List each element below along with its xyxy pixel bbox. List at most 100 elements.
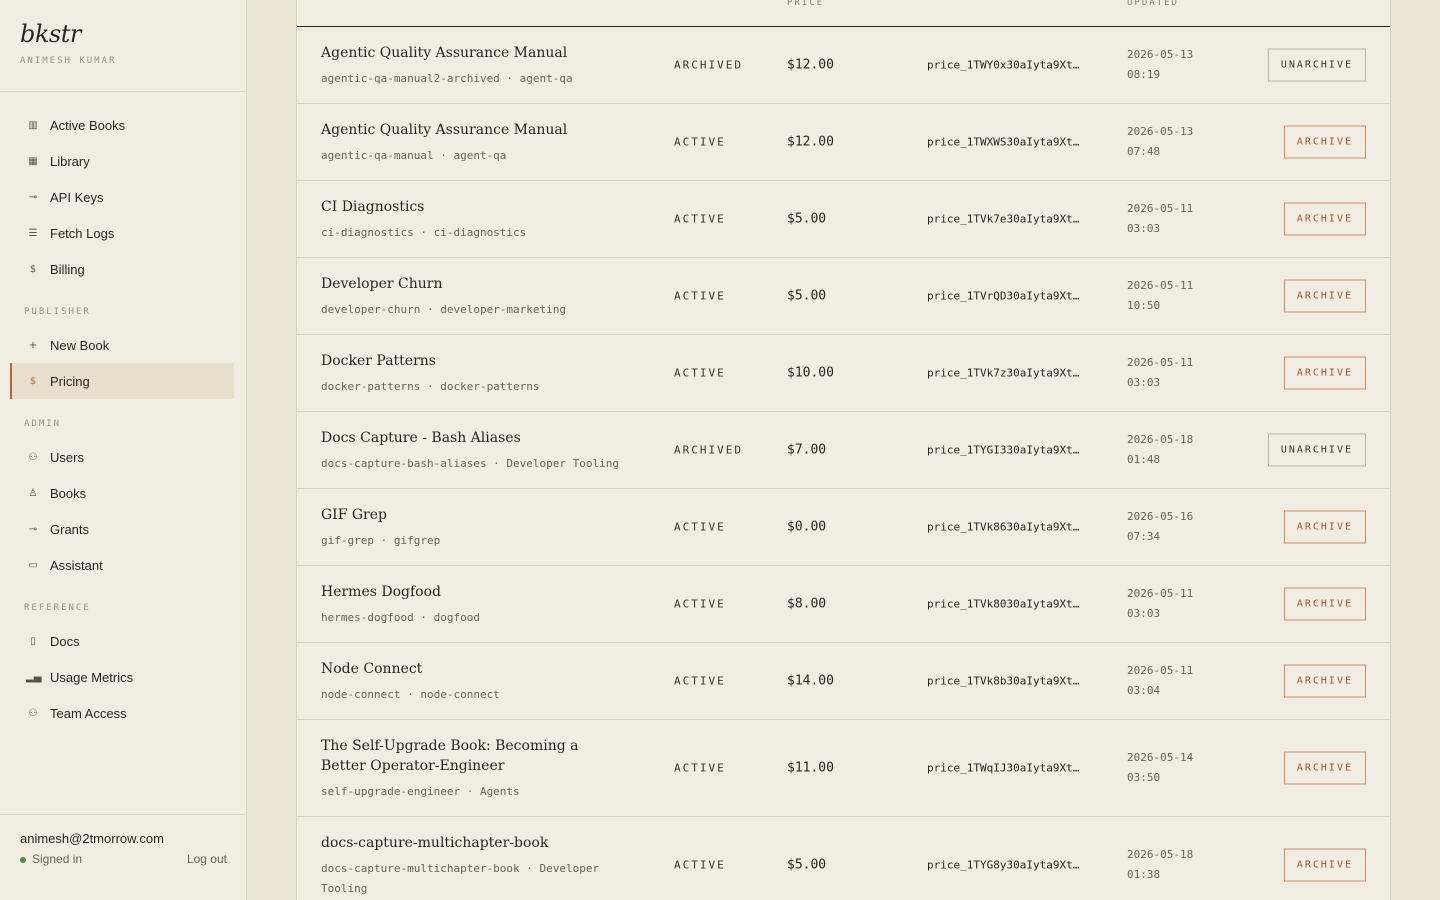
book-title: The Self-Upgrade Book: Becoming a Better… <box>321 738 579 774</box>
updated-time: 03:03 <box>1127 222 1161 235</box>
price-id: price_1TVk7z30aIyta9Xt… <box>927 366 1080 380</box>
book-cell: Agentic Quality Assurance Manual agentic-… <box>321 120 621 166</box>
grid-icon: ▦ <box>28 155 38 167</box>
book-title: Docs Capture - Bash Aliases <box>321 430 521 446</box>
table-row: Agentic Quality Assurance Manual agentic-… <box>297 27 1390 104</box>
plus-icon: + <box>28 339 38 351</box>
archive-button[interactable]: ARCHIVE <box>1283 587 1366 621</box>
price-amount: $5.00 <box>787 211 827 227</box>
price-id: price_1TVk7e30aIyta9Xt… <box>927 212 1080 226</box>
book-title: Agentic Quality Assurance Manual <box>321 45 568 61</box>
book-title: Agentic Quality Assurance Manual <box>321 122 568 138</box>
list-icon: ☰ <box>28 227 38 239</box>
user-email: animesh@2tmorrow.com <box>20 831 164 846</box>
unarchive-button[interactable]: UNARCHIVE <box>1267 48 1366 82</box>
price-id: price_1TWY0x30aIyta9Xt… <box>927 58 1080 72</box>
sidebar-item-team-access[interactable]: ⚇ Team Access <box>10 695 234 731</box>
archive-button[interactable]: ARCHIVE <box>1283 510 1366 544</box>
status-label: ACTIVE <box>674 597 726 611</box>
price-amount: $5.00 <box>787 288 827 304</box>
sidebar-item-pricing[interactable]: $ Pricing <box>10 363 234 399</box>
sidebar-item-library[interactable]: ▦ Library <box>10 143 234 179</box>
updated-timestamp: 2026-05-16 07:34 <box>1127 507 1193 547</box>
updated-timestamp: 2026-05-18 01:38 <box>1127 845 1193 885</box>
price-id: price_1TVk8b30aIyta9Xt… <box>927 674 1080 688</box>
person-icon: ♙ <box>28 487 38 499</box>
book-cell: Docs Capture - Bash Aliases docs-capture-… <box>321 428 621 474</box>
updated-date: 2026-05-11 <box>1127 202 1194 215</box>
archive-button[interactable]: ARCHIVE <box>1283 125 1366 159</box>
sidebar-item-fetch-logs[interactable]: ☰ Fetch Logs <box>10 215 234 251</box>
sidebar-item-label: Usage Metrics <box>50 669 134 685</box>
sidebar-item-grants[interactable]: ⊸ Grants <box>10 511 234 547</box>
sidebar-item-label: Users <box>50 449 84 465</box>
sidebar-item-label: Pricing <box>50 373 90 389</box>
updated-date: 2026-05-14 <box>1127 751 1194 764</box>
columns-icon: ▥ <box>28 119 38 131</box>
table-row: GIF Grep gif-grep · gifgrep ACTIVE $0.00 pri… <box>297 489 1390 566</box>
sidebar-item-users[interactable]: ⚇ Users <box>10 439 234 475</box>
status-label: ACTIVE <box>674 366 726 380</box>
updated-time: 01:48 <box>1127 453 1161 466</box>
table-row: Node Connect node-connect · node-connect A… <box>297 643 1390 720</box>
signin-status: Signed in <box>20 852 82 866</box>
book-cell: Node Connect node-connect · node-connect <box>321 659 621 705</box>
sidebar-item-label: New Book <box>50 337 110 353</box>
updated-time: 01:38 <box>1127 868 1161 881</box>
updated-date: 2026-05-11 <box>1127 279 1194 292</box>
archive-button[interactable]: ARCHIVE <box>1283 664 1366 698</box>
status-label: ARCHIVED <box>674 443 743 457</box>
column-header-updated: UPDATED <box>1127 0 1179 8</box>
updated-timestamp: 2026-05-11 03:04 <box>1127 661 1193 701</box>
account-name: ANIMESH KUMAR <box>20 56 117 66</box>
book-cell: Hermes Dogfood hermes-dogfood · dogfood <box>321 582 621 628</box>
sidebar-item-assistant[interactable]: ▭ Assistant <box>10 547 234 583</box>
sidebar-item-books[interactable]: ♙ Books <box>10 475 234 511</box>
book-slug: docker-patterns · docker-patterns <box>321 380 540 393</box>
sidebar-item-label: API Keys <box>50 189 104 205</box>
price-id: price_1TWqIJ30aIyta9Xt… <box>927 761 1080 775</box>
archive-button[interactable]: ARCHIVE <box>1283 848 1366 882</box>
unarchive-button[interactable]: UNARCHIVE <box>1267 433 1366 467</box>
archive-button[interactable]: ARCHIVE <box>1283 751 1366 785</box>
sidebar-item-docs[interactable]: ▯ Docs <box>10 623 234 659</box>
sidebar-item-label: Docs <box>50 633 80 649</box>
price-amount: $11.00 <box>787 760 834 776</box>
book-slug: gif-grep · gifgrep <box>321 534 441 547</box>
sidebar-item-label: Library <box>50 153 90 169</box>
archive-button[interactable]: ARCHIVE <box>1283 279 1366 313</box>
users-icon: ⚇ <box>28 451 38 463</box>
book-cell: Developer Churn developer-churn · develop… <box>321 274 621 320</box>
updated-date: 2026-05-18 <box>1127 848 1194 861</box>
sidebar-item-billing[interactable]: $ Billing <box>10 251 234 287</box>
updated-timestamp: 2026-05-13 08:19 <box>1127 45 1193 85</box>
sidebar-item-label: Team Access <box>50 705 127 721</box>
sidebar-footer: animesh@2tmorrow.com Signed in Log out <box>0 814 247 900</box>
logout-link[interactable]: Log out <box>187 852 227 866</box>
price-amount: $8.00 <box>787 596 827 612</box>
archive-button[interactable]: ARCHIVE <box>1283 356 1366 390</box>
price-id: price_1TWXWS30aIyta9Xt… <box>927 135 1080 149</box>
book-title: GIF Grep <box>321 507 388 523</box>
updated-time: 07:48 <box>1127 145 1161 158</box>
updated-time: 10:50 <box>1127 299 1161 312</box>
sidebar-item-api-keys[interactable]: ⊸ API Keys <box>10 179 234 215</box>
book-slug: node-connect · node-connect <box>321 688 500 701</box>
price-id: price_1TVrQD30aIyta9Xt… <box>927 289 1080 303</box>
updated-timestamp: 2026-05-14 03:50 <box>1127 748 1193 788</box>
price-amount: $14.00 <box>787 673 834 689</box>
pricing-table: PRICE UPDATED Agentic Quality Assurance … <box>296 0 1391 900</box>
sidebar-item-active-books[interactable]: ▥ Active Books <box>10 107 234 143</box>
dollar-icon: $ <box>29 375 37 387</box>
logo[interactable]: bkstr <box>20 20 226 48</box>
sidebar-item-new-book[interactable]: + New Book <box>10 327 234 363</box>
signin-status-label: Signed in <box>32 852 83 866</box>
status-dot-icon <box>20 856 26 863</box>
updated-date: 2026-05-18 <box>1127 433 1194 446</box>
table-row: Hermes Dogfood hermes-dogfood · dogfood AC… <box>297 566 1390 643</box>
book-cell: docs-capture-multichapter-book docs-captu… <box>321 833 621 899</box>
book-cell: CI Diagnostics ci-diagnostics · ci-diagno… <box>321 197 621 243</box>
price-id: price_1TVk8630aIyta9Xt… <box>927 520 1080 534</box>
archive-button[interactable]: ARCHIVE <box>1283 202 1366 236</box>
sidebar-item-usage-metrics[interactable]: ▂▄ Usage Metrics <box>10 659 234 695</box>
